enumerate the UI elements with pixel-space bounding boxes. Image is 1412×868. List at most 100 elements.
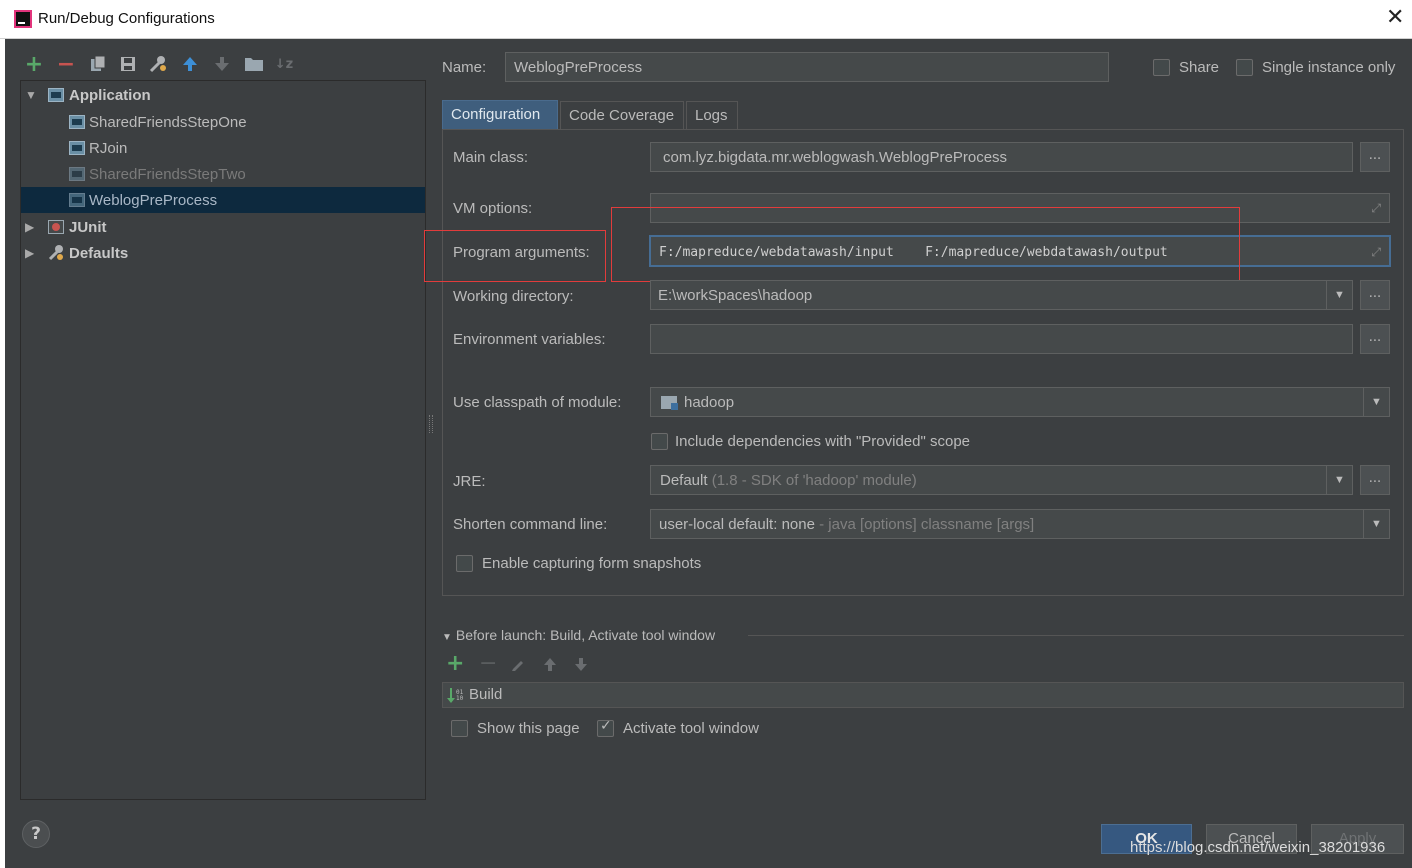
tree-node-label: SharedFriendsStepOne [89,114,247,131]
main-class-value: com.lyz.bigdata.mr.weblogwash.WeblogPreP… [663,149,1008,166]
jre-browse-button[interactable]: ... [1360,465,1390,495]
classpath-module-select[interactable]: hadoop ▼ [650,387,1390,417]
shorten-command-line-value: user-local default: none [659,516,815,533]
intellij-icon [14,10,32,28]
tree-node-weblogpreprocess[interactable]: WeblogPreProcess [21,187,425,213]
tab-logs[interactable]: Logs [686,101,738,129]
working-directory-browse-button[interactable]: ... [1360,280,1390,310]
jre-hint: (1.8 - SDK of 'hadoop' module) [711,472,917,489]
classpath-module-label: Use classpath of module: [453,394,622,411]
share-label: Share [1179,59,1220,76]
form-snapshots-checkbox[interactable] [456,555,473,572]
tree-node-label: RJoin [89,140,128,157]
build-icon: 01 10 [446,686,464,708]
application-icon [69,167,85,181]
expand-arrow-icon[interactable]: ▼ [25,88,37,102]
move-down-icon[interactable] [210,52,234,76]
application-icon [69,115,85,129]
tree-node-sharedfriendsstepone[interactable]: SharedFriendsStepOne [21,109,425,135]
copy-icon[interactable] [86,52,110,76]
remove-task-icon[interactable]: − [479,651,497,676]
move-task-down-icon[interactable] [573,656,589,676]
name-field[interactable]: WeblogPreProcess [505,52,1109,82]
jre-label: JRE: [453,473,486,490]
jre-value: Default [660,472,708,489]
tree-node-defaults[interactable]: ▶ Defaults [21,240,425,266]
single-instance-label: Single instance only [1262,59,1396,76]
add-task-icon[interactable]: + [446,651,464,676]
share-checkbox[interactable] [1153,59,1170,76]
window-title: Run/Debug Configurations [38,10,215,27]
chevron-down-icon[interactable]: ▼ [1363,510,1389,538]
build-task-label: Build [469,686,503,703]
title-bar: Run/Debug Configurations ✕ [0,0,1412,39]
working-directory-value: E:\workSpaces\hadoop [658,287,813,304]
show-page-label: Show this page [477,720,580,737]
tree-node-junit[interactable]: ▶ JUnit [21,214,425,240]
move-up-icon[interactable] [178,52,202,76]
main-class-browse-button[interactable]: ... [1360,142,1390,172]
tree-node-label: WeblogPreProcess [89,192,218,209]
watermark-text: https://blog.csdn.net/weixin_38201936 [1130,839,1386,856]
tab-configuration[interactable]: Configuration [442,100,558,129]
application-icon [69,141,85,155]
vm-options-label: VM options: [453,200,533,217]
add-icon[interactable]: + [22,52,46,77]
background-edge [0,39,5,868]
wrench-icon[interactable] [146,52,170,76]
splitter-handle[interactable] [429,415,433,433]
annotation-box-field [611,207,1240,282]
classpath-module-value: hadoop [684,394,735,411]
show-page-checkbox[interactable] [451,720,468,737]
tree-node-rjoin[interactable]: RJoin [21,135,425,161]
collapse-arrow-icon[interactable]: ▶ [25,220,34,234]
move-task-up-icon[interactable] [542,656,558,676]
edit-task-icon[interactable] [510,656,526,676]
shorten-command-line-label: Shorten command line: [453,516,608,533]
shorten-command-line-hint: - java [options] classname [args] [819,516,1035,533]
include-dependencies-checkbox[interactable] [651,433,668,450]
run-debug-dialog: Run/Debug Configurations ✕ + − ↓z ▼ Appl… [0,0,1412,868]
chevron-down-icon[interactable]: ▼ [1363,388,1389,416]
jre-select[interactable]: Default (1.8 - SDK of 'hadoop' module) ▼ [650,465,1353,495]
help-icon[interactable]: ? [22,820,50,848]
tree-node-label: JUnit [69,219,107,236]
before-launch-divider [748,635,1404,636]
before-launch-title: Before launch: Build, Activate tool wind… [455,627,716,643]
expand-icon[interactable]: ⤢ [1371,201,1381,216]
folder-icon[interactable] [242,52,266,76]
include-dependencies-label: Include dependencies with "Provided" sco… [675,433,971,450]
tree-node-label: Defaults [69,245,129,262]
module-folder-icon [661,396,678,410]
remove-icon[interactable]: − [54,52,78,77]
main-class-field[interactable]: com.lyz.bigdata.mr.weblogwash.WeblogPreP… [650,142,1353,172]
before-launch-header[interactable]: ▼ Before launch: Build, Activate tool win… [442,627,715,643]
tree-node-application[interactable]: ▼ Application [21,82,425,108]
shorten-command-line-select[interactable]: user-local default: none - java [options… [650,509,1390,539]
environment-variables-browse-button[interactable]: ... [1360,324,1390,354]
collapse-arrow-icon[interactable]: ▶ [25,246,34,260]
application-icon [69,193,85,207]
tree-node-label: SharedFriendsStepTwo [89,166,246,183]
activate-tool-window-checkbox[interactable] [597,718,614,737]
close-icon[interactable]: ✕ [1386,5,1404,30]
junit-icon [48,220,64,234]
save-icon[interactable] [116,52,140,76]
form-snapshots-label: Enable capturing form snapshots [482,555,702,572]
chevron-down-icon[interactable]: ▼ [1326,281,1352,309]
expand-icon[interactable]: ⤢ [1371,245,1381,260]
working-directory-label: Working directory: [453,288,574,305]
tab-code-coverage[interactable]: Code Coverage [560,101,684,129]
sort-icon[interactable]: ↓z [272,52,296,76]
wrench-icon [47,244,65,266]
before-launch-task-row[interactable]: 01 10 Build [442,682,1404,708]
tree-node-sharedfriendssteptwo[interactable]: SharedFriendsStepTwo [21,161,425,187]
chevron-down-icon[interactable]: ▼ [1326,466,1352,494]
activate-tool-window-label: Activate tool window [623,720,759,737]
single-instance-checkbox[interactable] [1236,59,1253,76]
annotation-box-label [424,230,606,282]
environment-variables-field[interactable] [650,324,1353,354]
tree-node-label: Application [69,87,151,104]
working-directory-field[interactable]: E:\workSpaces\hadoop ▼ [650,280,1353,310]
collapse-triangle-icon[interactable]: ▼ [442,632,452,643]
